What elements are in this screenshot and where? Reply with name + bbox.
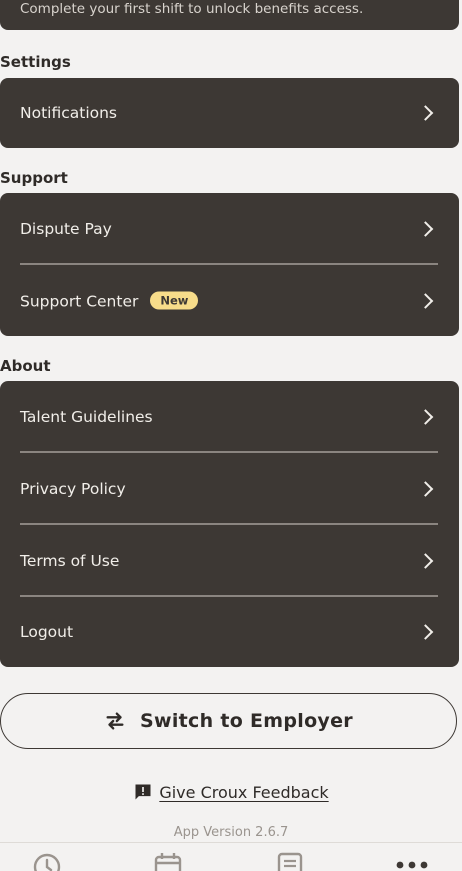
chevron-right-icon — [417, 292, 434, 309]
about-card: Talent Guidelines Privacy Policy Terms o… — [0, 381, 459, 667]
chevron-right-icon — [417, 221, 434, 237]
dispute-pay-label: Dispute Pay — [20, 220, 112, 238]
feedback-row: Give Croux Feedback — [0, 782, 462, 802]
dispute-pay-row[interactable]: Dispute Pay — [0, 193, 459, 265]
bottom-tab-bar — [0, 842, 462, 871]
chevron-right-icon — [417, 553, 434, 569]
logout-row[interactable]: Logout — [0, 597, 459, 667]
terms-of-use-row[interactable]: Terms of Use — [0, 525, 459, 597]
clock-icon — [33, 853, 61, 871]
privacy-policy-label: Privacy Policy — [20, 480, 126, 498]
tab-activity[interactable] — [17, 843, 77, 871]
tab-schedule[interactable] — [138, 843, 198, 871]
benefits-message: Complete your first shift to unlock bene… — [20, 1, 364, 17]
feedback-icon — [135, 784, 151, 800]
support-center-row[interactable]: Support Center New — [0, 265, 459, 336]
terms-of-use-label: Terms of Use — [20, 552, 120, 570]
new-badge: New — [150, 291, 199, 309]
logout-label: Logout — [20, 623, 74, 641]
support-center-text: Support Center — [20, 292, 139, 310]
chevron-right-icon — [417, 409, 434, 425]
notifications-row[interactable]: Notifications — [0, 78, 459, 148]
calendar-icon — [154, 853, 182, 871]
support-card: Dispute Pay Support Center New — [0, 193, 459, 336]
switch-to-employer-label: Switch to Employer — [140, 710, 353, 732]
talent-guidelines-row[interactable]: Talent Guidelines — [0, 381, 459, 453]
support-center-label: Support Center New — [20, 291, 199, 310]
support-section-title: Support — [0, 169, 68, 187]
benefits-card: Complete your first shift to unlock bene… — [0, 0, 459, 30]
give-feedback-link[interactable]: Give Croux Feedback — [159, 783, 328, 802]
more-icon — [396, 861, 428, 869]
talent-guidelines-label: Talent Guidelines — [20, 408, 153, 426]
chevron-right-icon — [417, 481, 434, 497]
chevron-right-icon — [417, 105, 434, 121]
swap-arrows-icon — [106, 712, 124, 730]
chevron-right-icon — [417, 624, 434, 640]
notifications-label: Notifications — [20, 104, 118, 122]
document-icon — [277, 852, 303, 871]
tab-more[interactable] — [382, 843, 442, 871]
about-section-title: About — [0, 357, 51, 375]
settings-card: Notifications — [0, 78, 459, 148]
app-version: App Version 2.6.7 — [173, 825, 289, 840]
tab-documents[interactable] — [260, 843, 320, 871]
settings-section-title: Settings — [0, 53, 71, 71]
privacy-policy-row[interactable]: Privacy Policy — [0, 453, 459, 525]
switch-to-employer-button[interactable]: Switch to Employer — [0, 693, 457, 749]
